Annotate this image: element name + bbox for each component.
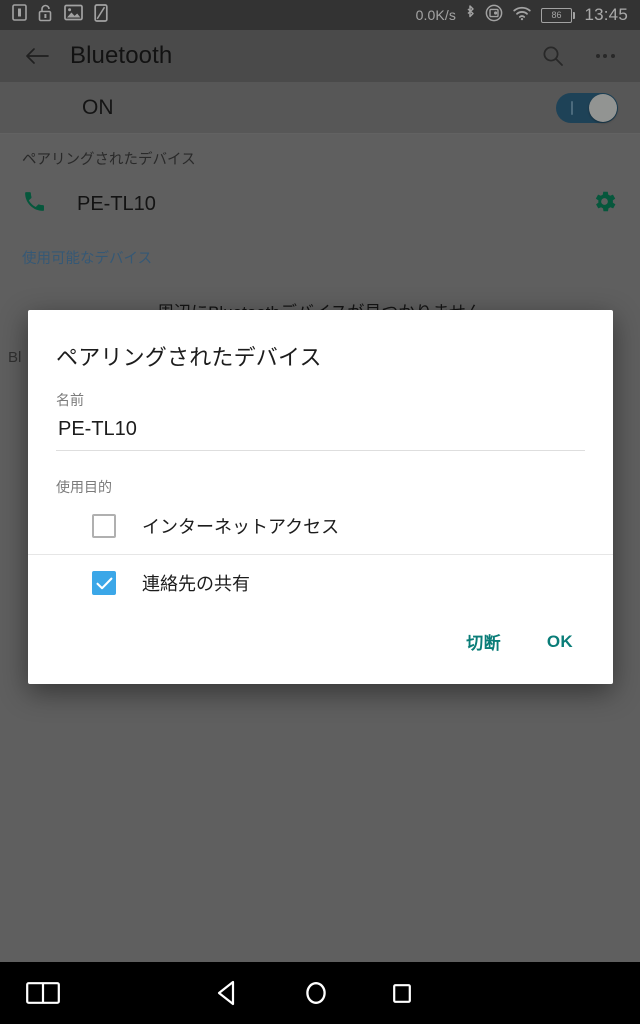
phone-screen: 0.0K/s 86 13:45 Bluetooth ON ペアリングされたデバイ… bbox=[0, 0, 640, 1024]
page-title: Bluetooth bbox=[70, 42, 173, 69]
bluetooth-toggle-row[interactable]: ON bbox=[0, 82, 640, 134]
ok-button[interactable]: OK bbox=[541, 624, 579, 660]
dialog-action-buttons: 切断 OK bbox=[28, 621, 613, 684]
bluetooth-icon bbox=[465, 4, 476, 27]
status-bar-right-icons: 0.0K/s 86 13:45 bbox=[416, 4, 628, 27]
disconnect-button[interactable]: 切断 bbox=[460, 621, 507, 662]
status-bar-left-icons bbox=[12, 3, 108, 27]
checkbox-contact-sharing[interactable] bbox=[92, 571, 116, 595]
sim-card-icon bbox=[12, 4, 27, 26]
battery-level-text: 86 bbox=[551, 9, 562, 20]
nav-back-triangle-icon[interactable] bbox=[214, 979, 240, 1007]
name-field-label: 名前 bbox=[56, 392, 84, 408]
status-bar: 0.0K/s 86 13:45 bbox=[0, 0, 640, 30]
back-button[interactable] bbox=[20, 39, 54, 73]
nav-recents-square-icon[interactable] bbox=[390, 980, 414, 1006]
overflow-menu-icon[interactable] bbox=[590, 41, 620, 71]
paired-device-dialog: ペアリングされたデバイス 名前 使用目的 インターネットアクセス 連絡先の共有 … bbox=[28, 310, 613, 684]
purpose-section-label: 使用目的 bbox=[56, 479, 112, 495]
option-row-contact-sharing[interactable]: 連絡先の共有 bbox=[28, 554, 613, 611]
option-label-contact-sharing: 連絡先の共有 bbox=[142, 574, 250, 594]
data-saver-icon bbox=[485, 4, 503, 27]
app-bar-actions bbox=[538, 41, 620, 71]
app-bar: Bluetooth bbox=[0, 30, 640, 82]
device-name-input[interactable] bbox=[56, 414, 585, 451]
network-speed-text: 0.0K/s bbox=[415, 7, 456, 23]
battery-indicator: 86 bbox=[540, 7, 576, 23]
screenshot-image-icon bbox=[64, 4, 83, 26]
dialog-title: ペアリングされたデバイス bbox=[56, 345, 322, 370]
checkbox-internet-access[interactable] bbox=[92, 513, 116, 538]
bluetooth-toggle-label: ON bbox=[82, 95, 114, 119]
status-bar-clock: 13:45 bbox=[584, 5, 628, 24]
phone-handset-icon bbox=[22, 189, 47, 219]
available-devices-header: 使用可能なデバイス bbox=[22, 251, 153, 267]
name-field-wrapper bbox=[28, 414, 613, 451]
bluetooth-toggle-switch[interactable] bbox=[556, 92, 618, 123]
wifi-icon bbox=[512, 5, 532, 26]
gear-icon[interactable] bbox=[591, 188, 618, 220]
paired-devices-header: ペアリングされたデバイス bbox=[22, 152, 196, 168]
unlocked-padlock-icon bbox=[38, 4, 53, 27]
system-navigation-bar bbox=[0, 962, 640, 1024]
option-label-internet-access: インターネットアクセス bbox=[142, 516, 340, 537]
sd-card-icon bbox=[94, 3, 108, 27]
paired-device-name: PE-TL10 bbox=[77, 192, 156, 215]
split-screen-icon[interactable] bbox=[26, 979, 60, 1007]
option-row-internet-access[interactable]: インターネットアクセス bbox=[28, 497, 613, 554]
paired-device-row[interactable]: PE-TL10 bbox=[0, 177, 640, 231]
search-icon[interactable] bbox=[538, 41, 568, 71]
nav-home-circle-icon[interactable] bbox=[302, 978, 330, 1008]
